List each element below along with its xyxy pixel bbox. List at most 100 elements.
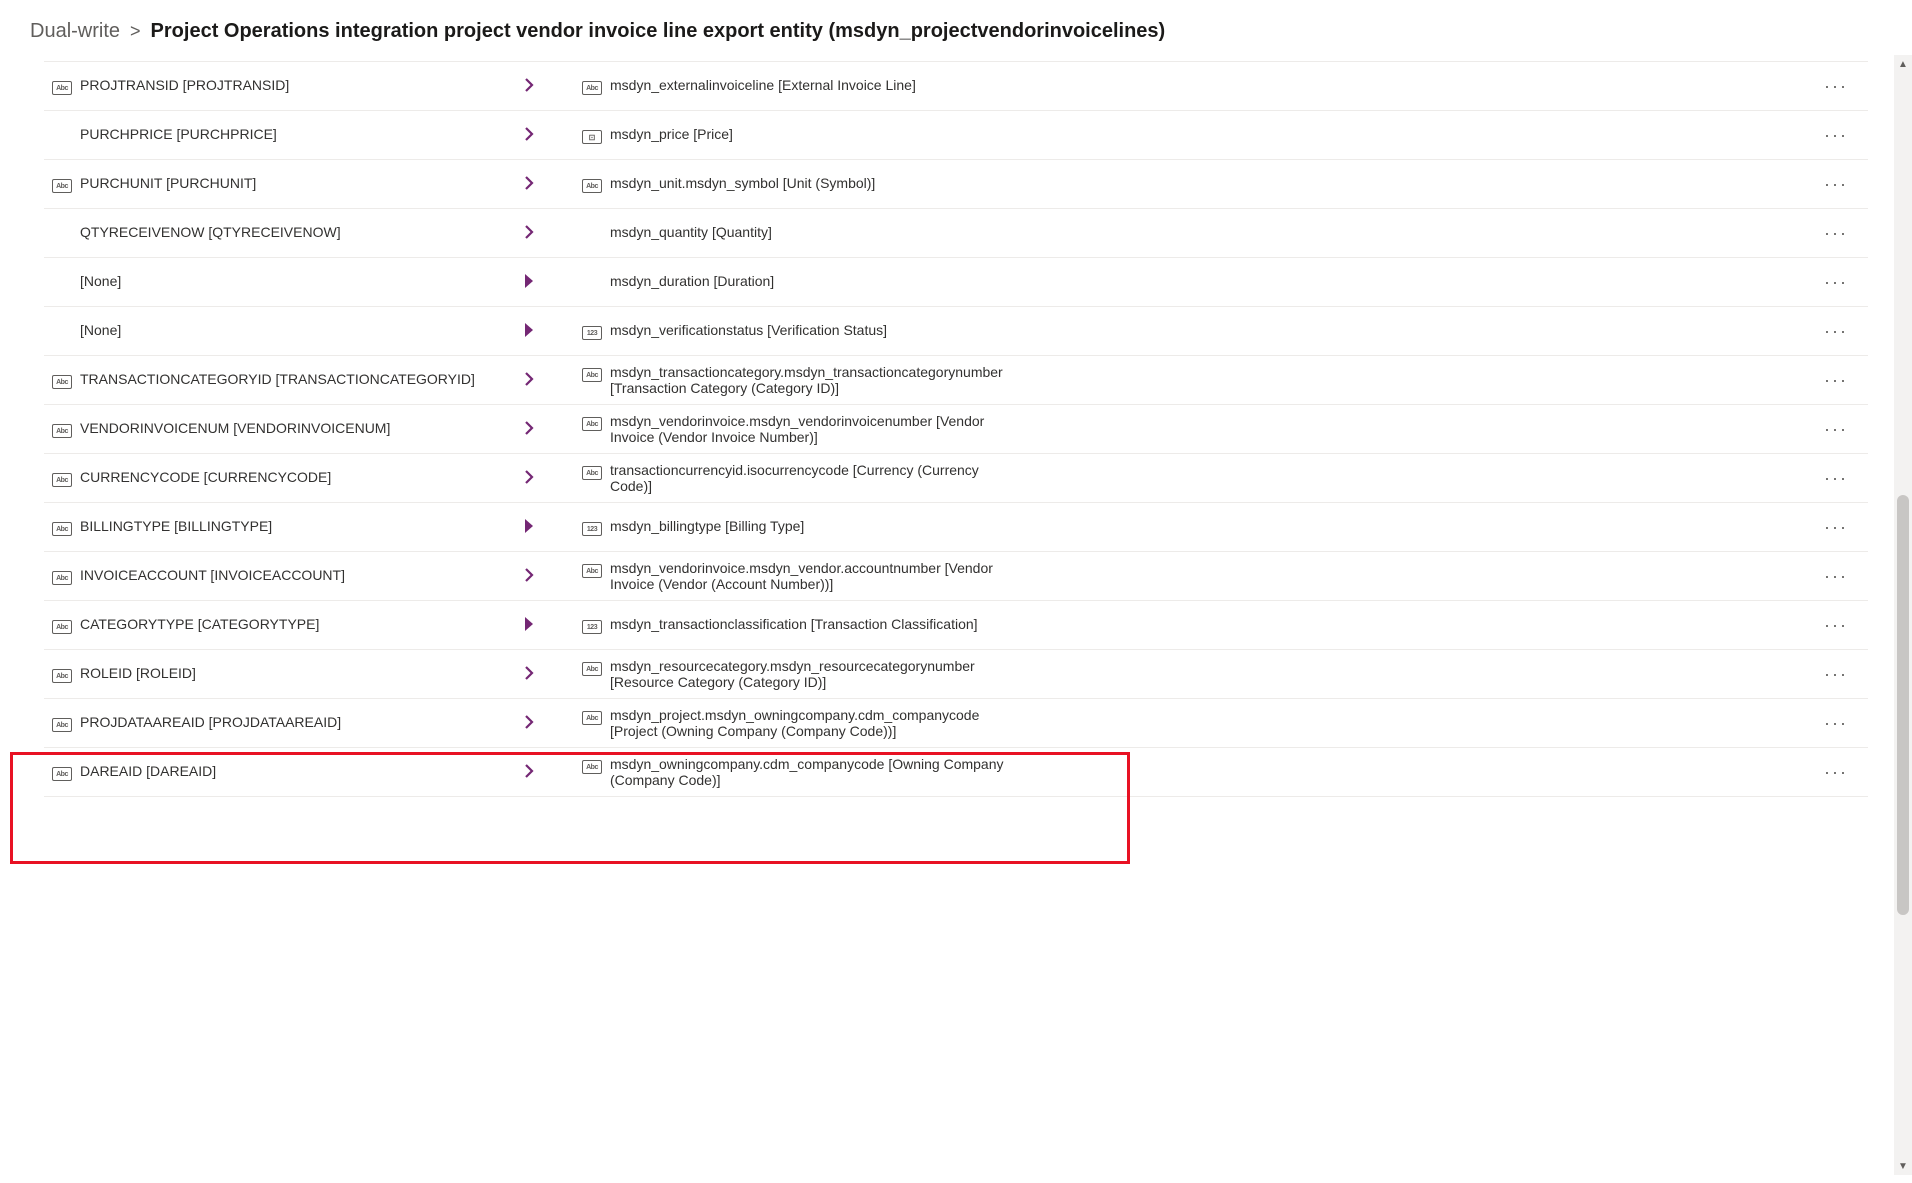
mapping-direction[interactable] — [484, 517, 574, 538]
mapping-direction[interactable] — [484, 76, 574, 97]
mapping-direction[interactable] — [484, 370, 574, 391]
row-actions-button[interactable]: ··· — [1324, 468, 1868, 489]
arrow-solid-icon[interactable] — [522, 517, 536, 538]
target-field: msdyn_duration [Duration] — [574, 273, 1324, 291]
mapping-row[interactable]: AbcROLEID [ROLEID]Abcmsdyn_resourcecateg… — [44, 650, 1868, 699]
text-type-icon: Abc — [582, 564, 602, 578]
arrow-open-icon[interactable] — [522, 713, 536, 734]
target-field-name: msdyn_project.msdyn_owningcompany.cdm_co… — [610, 707, 1010, 739]
source-field: [None] — [44, 322, 484, 340]
target-field: ⊡msdyn_price [Price] — [574, 126, 1324, 144]
text-type-icon: Abc — [52, 375, 72, 389]
no-type-icon — [582, 277, 602, 291]
mapping-row[interactable]: AbcINVOICEACCOUNT [INVOICEACCOUNT]Abcmsd… — [44, 552, 1868, 601]
target-field: Abcmsdyn_transactioncategory.msdyn_trans… — [574, 364, 1324, 396]
mapping-direction[interactable] — [484, 272, 574, 293]
arrow-open-icon[interactable] — [522, 468, 536, 489]
arrow-open-icon[interactable] — [522, 370, 536, 391]
target-field: Abcmsdyn_project.msdyn_owningcompany.cdm… — [574, 707, 1324, 739]
arrow-open-icon[interactable] — [522, 664, 536, 685]
row-actions-button[interactable]: ··· — [1324, 76, 1868, 97]
mapping-direction[interactable] — [484, 664, 574, 685]
breadcrumb-parent[interactable]: Dual-write — [30, 20, 120, 43]
text-type-icon: Abc — [52, 767, 72, 781]
mapping-direction[interactable] — [484, 615, 574, 636]
mapping-row[interactable]: PURCHPRICE [PURCHPRICE]⊡msdyn_price [Pri… — [44, 111, 1868, 160]
source-field: AbcPURCHUNIT [PURCHUNIT] — [44, 175, 484, 193]
row-actions-button[interactable]: ··· — [1324, 370, 1868, 391]
mapping-row[interactable]: AbcPURCHUNIT [PURCHUNIT]Abcmsdyn_unit.ms… — [44, 160, 1868, 209]
no-type-icon — [582, 228, 602, 242]
arrow-solid-icon[interactable] — [522, 272, 536, 293]
source-field-name: [None] — [80, 273, 121, 289]
source-field: AbcPROJDATAAREAID [PROJDATAAREAID] — [44, 714, 484, 732]
text-type-icon: Abc — [582, 179, 602, 193]
scroll-down-arrow[interactable]: ▼ — [1894, 1157, 1912, 1175]
source-field-name: CURRENCYCODE [CURRENCYCODE] — [80, 469, 331, 485]
source-field-name: PROJTRANSID [PROJTRANSID] — [80, 77, 289, 93]
arrow-open-icon[interactable] — [522, 174, 536, 195]
arrow-open-icon[interactable] — [522, 419, 536, 440]
row-actions-button[interactable]: ··· — [1324, 321, 1868, 342]
target-field: Abcmsdyn_resourcecategory.msdyn_resource… — [574, 658, 1324, 690]
source-field-name: PURCHUNIT [PURCHUNIT] — [80, 175, 256, 191]
arrow-solid-icon[interactable] — [522, 615, 536, 636]
source-field: AbcDAREAID [DAREAID] — [44, 763, 484, 781]
target-field: msdyn_quantity [Quantity] — [574, 224, 1324, 242]
mapping-row[interactable]: [None] msdyn_duration [Duration] ··· — [44, 258, 1868, 307]
target-field: Abctransactioncurrencyid.isocurrencycode… — [574, 462, 1324, 494]
mapping-row[interactable]: Abc TRANSACTIONCATEGORYID [TRANSACTIONCAT… — [44, 356, 1868, 405]
source-field-name: TRANSACTIONCATEGORYID [TRANSACTIONCATEGO… — [80, 371, 475, 387]
row-actions-button[interactable]: ··· — [1324, 517, 1868, 538]
mapping-row[interactable]: AbcPROJDATAAREAID [PROJDATAAREAID] Abcmsd… — [44, 699, 1868, 748]
row-actions-button[interactable]: ··· — [1324, 272, 1868, 293]
row-actions-button[interactable]: ··· — [1324, 615, 1868, 636]
mapping-direction[interactable] — [484, 468, 574, 489]
source-field-name: [None] — [80, 322, 121, 338]
arrow-solid-icon[interactable] — [522, 321, 536, 342]
text-type-icon: Abc — [52, 669, 72, 683]
row-actions-button[interactable]: ··· — [1324, 566, 1868, 587]
mapping-direction[interactable] — [484, 566, 574, 587]
mapping-row[interactable]: AbcPROJTRANSID [PROJTRANSID]Abcmsdyn_ext… — [44, 62, 1868, 111]
vertical-scrollbar[interactable]: ▲ ▼ — [1894, 55, 1912, 1175]
no-type-icon — [52, 277, 72, 291]
source-field-name: CATEGORYTYPE [CATEGORYTYPE] — [80, 616, 319, 632]
arrow-open-icon[interactable] — [522, 566, 536, 587]
mapping-direction[interactable] — [484, 762, 574, 783]
mapping-row[interactable]: AbcCURRENCYCODE [CURRENCYCODE]Abctransac… — [44, 454, 1868, 503]
row-actions-button[interactable]: ··· — [1324, 762, 1868, 783]
mapping-direction[interactable] — [484, 223, 574, 244]
target-field: Abcmsdyn_vendorinvoice.msdyn_vendor.acco… — [574, 560, 1324, 592]
target-field-name: msdyn_quantity [Quantity] — [610, 224, 772, 240]
mapping-direction[interactable] — [484, 419, 574, 440]
source-field: Abc TRANSACTIONCATEGORYID [TRANSACTIONCAT… — [44, 371, 484, 389]
row-actions-button[interactable]: ··· — [1324, 419, 1868, 440]
mapping-row[interactable]: AbcCATEGORYTYPE [CATEGORYTYPE]123msdyn_t… — [44, 601, 1868, 650]
mapping-row[interactable]: QTYRECEIVENOW [QTYRECEIVENOW]msdyn_quant… — [44, 209, 1868, 258]
arrow-open-icon[interactable] — [522, 223, 536, 244]
target-field-name: msdyn_duration [Duration] — [610, 273, 774, 289]
scrollbar-thumb[interactable] — [1897, 495, 1909, 915]
mapping-row[interactable]: AbcBILLINGTYPE [BILLINGTYPE]123msdyn_bil… — [44, 503, 1868, 552]
mapping-direction[interactable] — [484, 713, 574, 734]
row-actions-button[interactable]: ··· — [1324, 174, 1868, 195]
number-type-icon: 123 — [582, 326, 602, 340]
row-actions-button[interactable]: ··· — [1324, 664, 1868, 685]
source-field-name: VENDORINVOICENUM [VENDORINVOICENUM] — [80, 420, 390, 436]
arrow-open-icon[interactable] — [522, 76, 536, 97]
source-field: AbcVENDORINVOICENUM [VENDORINVOICENUM] — [44, 420, 484, 438]
mapping-direction[interactable] — [484, 174, 574, 195]
mapping-direction[interactable] — [484, 125, 574, 146]
row-actions-button[interactable]: ··· — [1324, 223, 1868, 244]
mapping-row[interactable]: AbcVENDORINVOICENUM [VENDORINVOICENUM]Ab… — [44, 405, 1868, 454]
arrow-open-icon[interactable] — [522, 125, 536, 146]
mapping-row[interactable]: AbcDAREAID [DAREAID]Abcmsdyn_owningcompa… — [44, 748, 1868, 797]
text-type-icon: Abc — [52, 620, 72, 634]
row-actions-button[interactable]: ··· — [1324, 125, 1868, 146]
row-actions-button[interactable]: ··· — [1324, 713, 1868, 734]
mapping-direction[interactable] — [484, 321, 574, 342]
arrow-open-icon[interactable] — [522, 762, 536, 783]
scroll-up-arrow[interactable]: ▲ — [1894, 55, 1912, 73]
mapping-row[interactable]: [None]123msdyn_verificationstatus [Verif… — [44, 307, 1868, 356]
